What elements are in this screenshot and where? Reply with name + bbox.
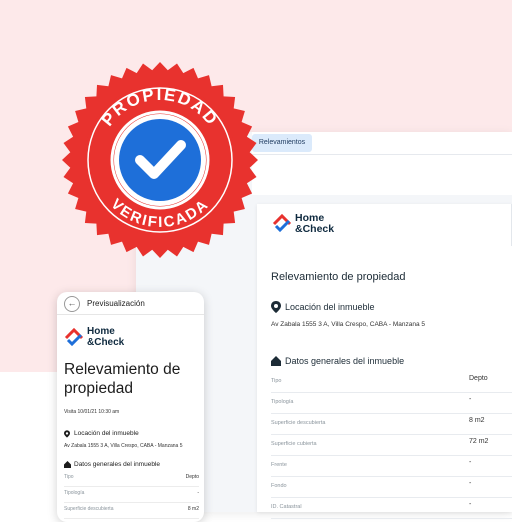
location-pin-icon: [64, 430, 70, 438]
row-label: Superficie descubierta: [271, 420, 326, 426]
home-check-logo: Home &Check: [64, 327, 134, 349]
row-value: 8 m2: [469, 417, 485, 424]
home-icon: [64, 461, 71, 468]
row-value: -: [197, 490, 199, 496]
location-pin-icon: [271, 301, 281, 313]
home-icon: [271, 356, 281, 366]
row-label: Fondo: [271, 483, 287, 489]
row-value: 8 m2: [187, 506, 199, 512]
mobile-preview-screen: ← Previsualización Home &Check Relevamie…: [57, 292, 204, 522]
row-value: -: [469, 396, 472, 403]
desktop-page-title: Relevamiento de propiedad: [271, 271, 406, 283]
logo-text-home: Home: [87, 326, 115, 337]
row-label: Tipo: [64, 474, 74, 480]
logo-text-check: &Check: [295, 223, 335, 235]
desktop-data-row: Fondo -: [271, 477, 512, 498]
mobile-general-heading: Datos generales del inmueble: [74, 461, 160, 468]
desktop-address: Av Zabala 1555 3 A, Villa Crespo, CABA -…: [271, 321, 426, 328]
row-label: Superficie descubierta: [64, 506, 114, 512]
desktop-data-row: Frente -: [271, 456, 512, 477]
row-value: 72 m2: [469, 438, 489, 445]
desktop-data-row: ID. Catastral -: [271, 498, 512, 519]
desktop-general-heading: Datos generales del inmueble: [285, 356, 405, 366]
logo-text-home: Home: [295, 212, 325, 224]
tab-relevamientos[interactable]: Relevamientos: [252, 134, 312, 152]
mobile-page-title: Relevamiento de propiedad: [64, 360, 180, 398]
home-check-logo: Home &Check: [272, 213, 342, 235]
row-value: -: [469, 501, 472, 508]
row-label: ID. Catastral: [271, 504, 302, 510]
row-label: Tipo: [271, 378, 282, 384]
row-label: Superficie cubierta: [271, 441, 317, 447]
verified-property-seal: PROPIEDAD VERIFICADA: [62, 62, 258, 258]
desktop-data-row: Superficie descubierta 8 m2: [271, 414, 512, 435]
mobile-data-row: Superficie descubierta 8 m2: [64, 503, 199, 519]
home-check-logo-icon: [64, 328, 84, 347]
row-label: Tipología: [64, 490, 85, 496]
row-value: -: [469, 480, 472, 487]
seal-center-blue: [119, 119, 201, 201]
mobile-header-title: Previsualización: [87, 299, 145, 308]
mobile-title-line2: propiedad: [64, 380, 133, 397]
row-value: Depto: [185, 474, 199, 480]
visit-date: Visita 10/01/21 10:30 am: [64, 409, 120, 415]
row-value: Depto: [469, 375, 488, 382]
mobile-address: Av Zabala 1555 3 A, Villa Crespo, CABA -…: [64, 443, 183, 449]
mobile-header-divider: [57, 314, 204, 315]
logo-text-check: &Check: [87, 337, 125, 348]
mobile-data-row: Tipo Depto: [64, 471, 199, 487]
desktop-data-row: Tipología -: [271, 393, 512, 414]
desktop-data-row: Tipo Depto: [271, 372, 512, 393]
home-check-logo-icon: [272, 214, 292, 233]
mobile-title-line1: Relevamiento de: [64, 361, 181, 378]
desktop-data-row: Superficie cubierta 72 m2: [271, 435, 512, 456]
desktop-subheader: [252, 154, 512, 195]
row-value: -: [469, 459, 472, 466]
mobile-data-row: Tipología -: [64, 487, 199, 503]
mobile-location-heading: Locación del inmueble: [74, 430, 139, 437]
desktop-location-heading: Locación del inmueble: [285, 302, 375, 312]
back-arrow-button[interactable]: ←: [64, 296, 80, 312]
row-label: Tipología: [271, 399, 294, 405]
row-label: Frente: [271, 462, 287, 468]
